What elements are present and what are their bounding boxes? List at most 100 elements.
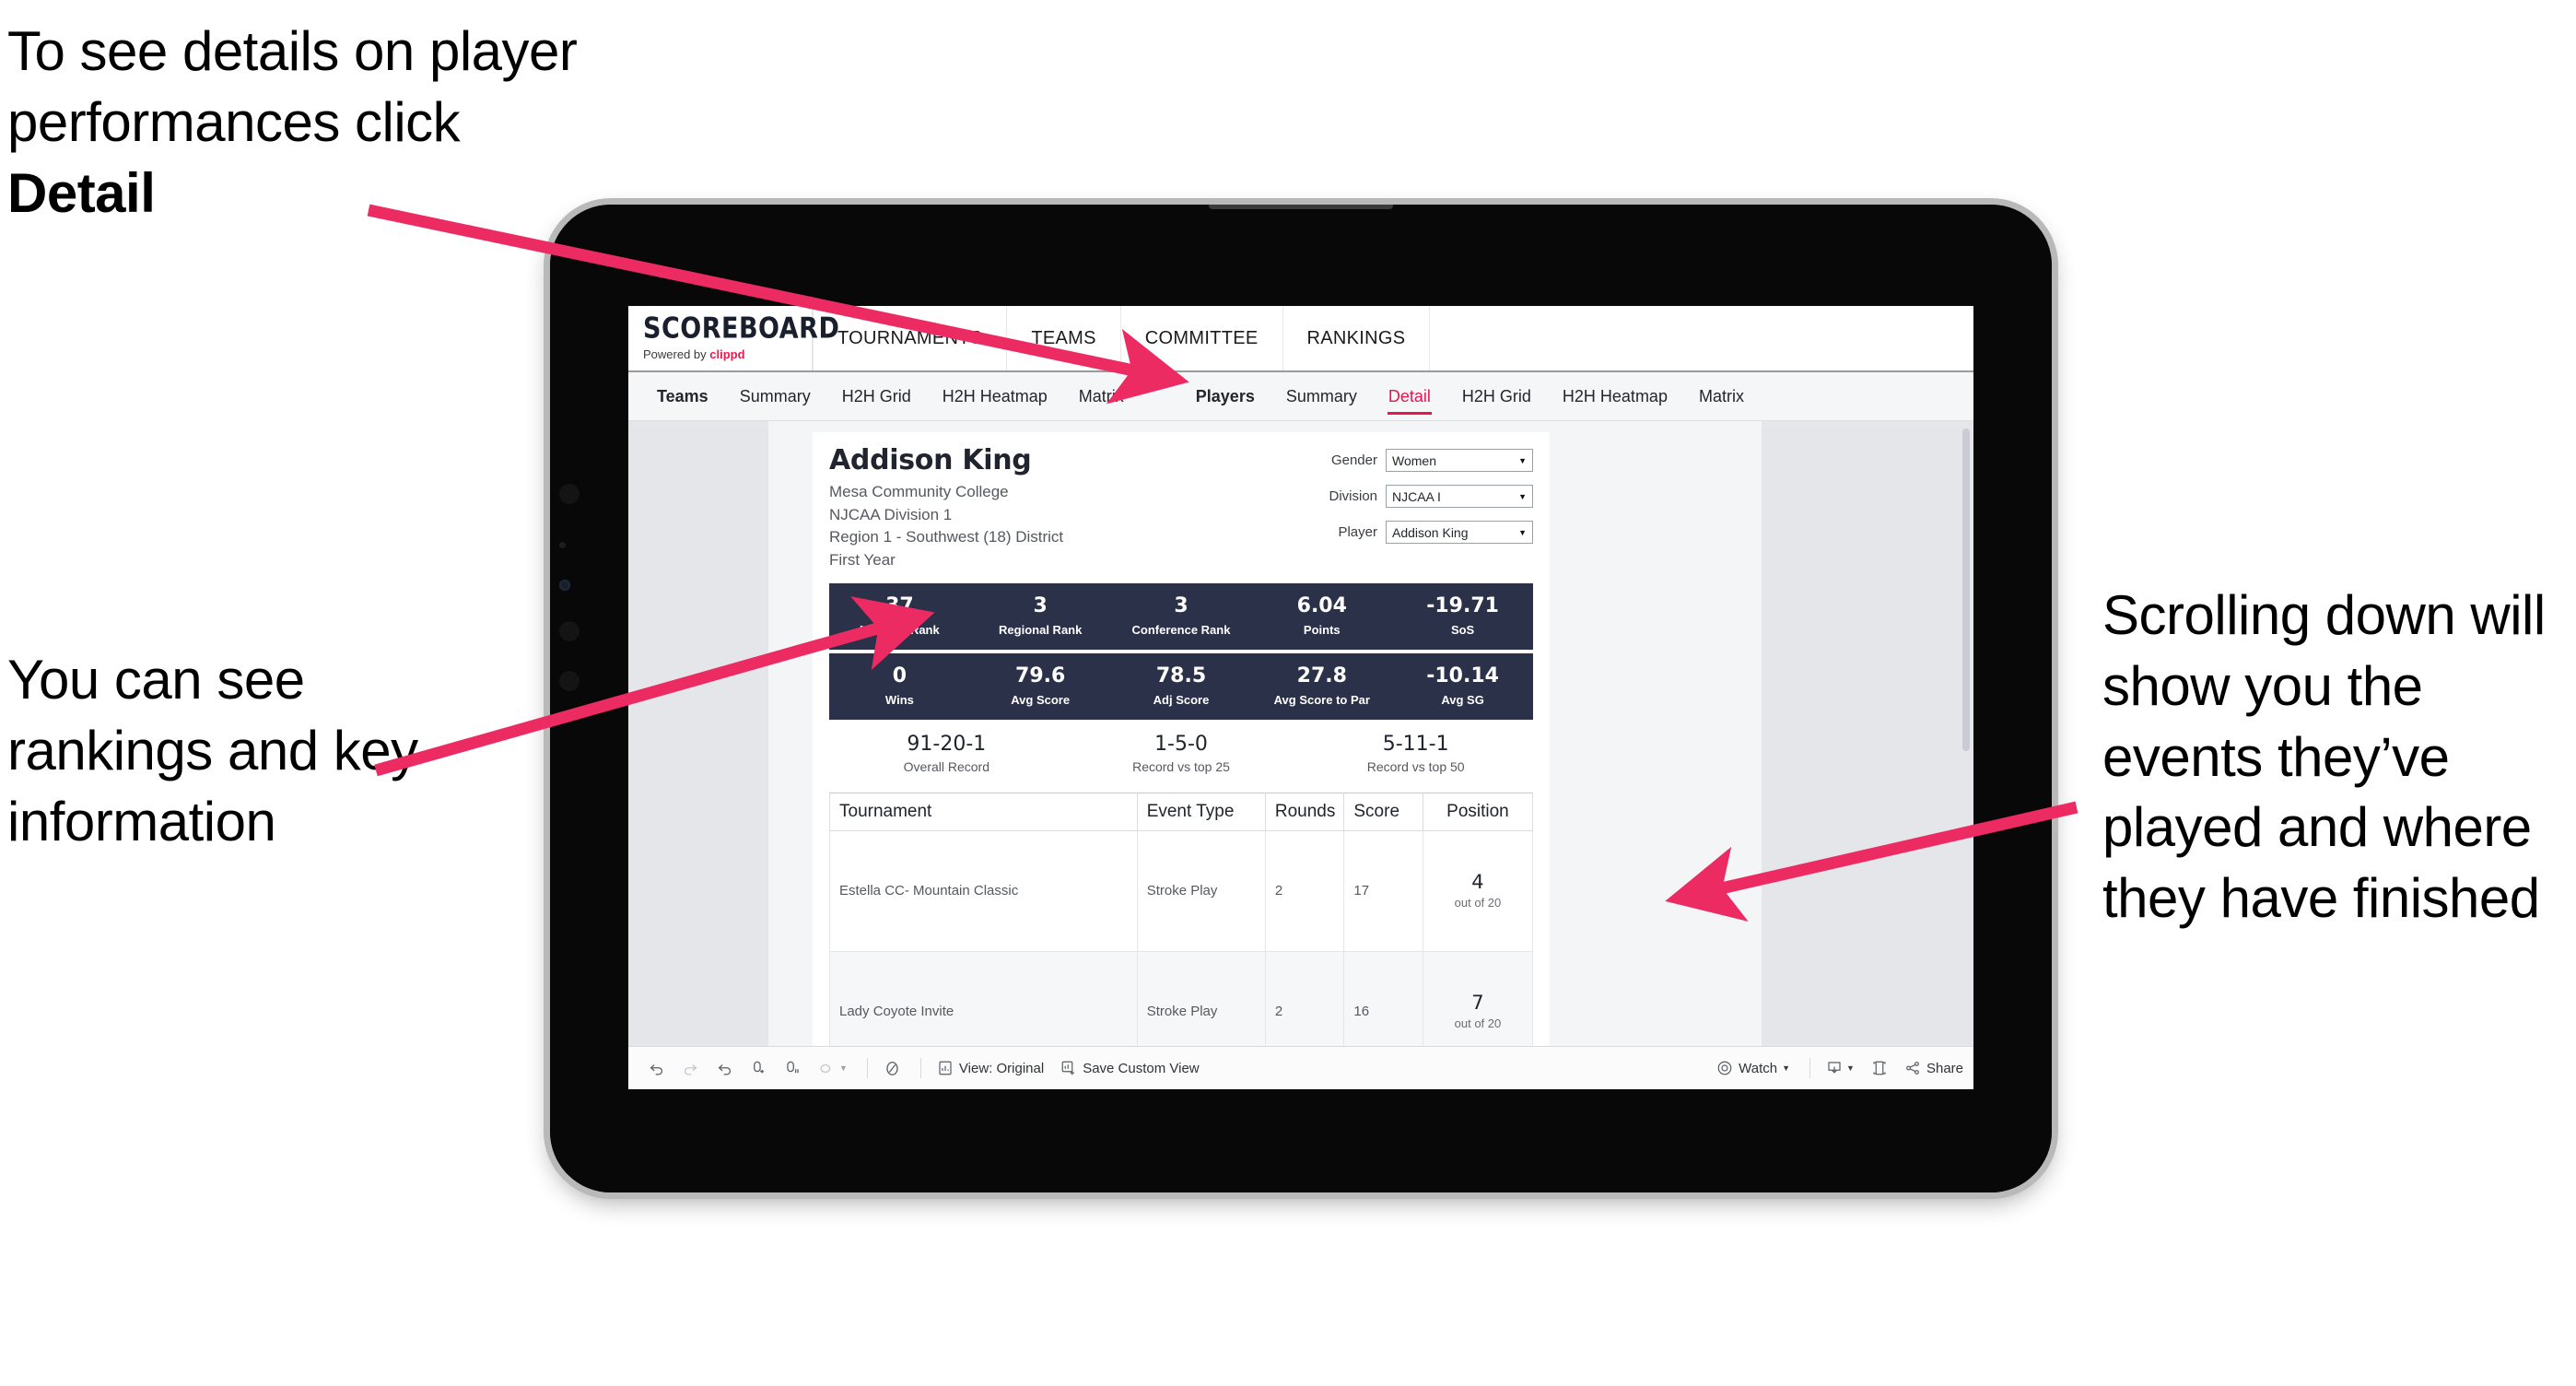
pause-icon <box>818 1060 836 1077</box>
gender-selector-row: Gender Women ▼ <box>1329 449 1533 472</box>
download-button[interactable]: ▼ <box>1820 1047 1861 1089</box>
top-nav-items: TOURNAMENTS TEAMS COMMITTEE RANKINGS <box>813 306 1431 370</box>
tablet-sensor-2 <box>559 542 566 548</box>
stat-value: -10.14 <box>1426 664 1499 687</box>
division-label: Division <box>1329 488 1377 504</box>
watch-label: Watch <box>1739 1060 1778 1076</box>
fullscreen-button[interactable] <box>1865 1047 1894 1089</box>
tab-teams-matrix[interactable]: Matrix <box>1063 372 1140 420</box>
column-header-score[interactable]: Score <box>1343 792 1423 831</box>
player-identity: Addison King Mesa Community College NJCA… <box>829 445 1063 572</box>
cell-score: 16 <box>1343 950 1423 1046</box>
tablet-sensor-1 <box>559 484 580 504</box>
stat-label: National Rank <box>860 622 940 637</box>
tablet-speaker <box>1209 205 1393 209</box>
save-custom-view-icon <box>1060 1060 1077 1076</box>
stat-value: 3 <box>1033 593 1048 617</box>
save-custom-view-button[interactable]: Save Custom View <box>1054 1047 1205 1089</box>
tab-group-players: Players Summary Detail H2H Grid H2H Heat… <box>1180 372 1760 420</box>
tab-players-summary[interactable]: Summary <box>1270 372 1373 420</box>
stat-label: Avg Score to Par <box>1273 692 1370 707</box>
tab-players-h2h-heatmap[interactable]: H2H Heatmap <box>1547 372 1683 420</box>
stats-row-rankings: 37 National Rank 3 Regional Rank 3 Confe… <box>829 582 1533 650</box>
player-selector-row: Player Addison King ▼ <box>1329 521 1533 544</box>
stat-label: SoS <box>1450 622 1475 637</box>
record-value: 91-20-1 <box>907 732 987 756</box>
alert-button[interactable] <box>877 1047 907 1089</box>
stat-value: 0 <box>892 664 907 687</box>
record-label: Overall Record <box>903 758 990 774</box>
tab-players-matrix[interactable]: Matrix <box>1683 372 1760 420</box>
table-row[interactable]: Estella CC- Mountain Classic Stroke Play… <box>829 829 1534 952</box>
player-name: Addison King <box>829 444 1032 476</box>
cell-tournament: Estella CC- Mountain Classic <box>829 829 1138 952</box>
column-header-tournament[interactable]: Tournament <box>829 792 1138 831</box>
column-header-event-type[interactable]: Event Type <box>1136 792 1266 831</box>
player-value: Addison King <box>1392 524 1469 540</box>
position-value: 4 <box>1471 871 1484 894</box>
stat-avg-score: 79.6 Avg Score <box>970 653 1111 720</box>
tablet-device: SCOREBOARD Powered by clippd TOURNAMENTS… <box>550 205 2052 1192</box>
share-icon <box>1904 1060 1921 1076</box>
tab-group-teams: Teams Summary H2H Grid H2H Heatmap Matri… <box>641 372 1140 420</box>
view-original-icon <box>937 1060 954 1076</box>
column-header-rounds[interactable]: Rounds <box>1264 792 1345 831</box>
record-label: Record vs top 50 <box>1366 758 1465 774</box>
share-label: Share <box>1926 1060 1963 1076</box>
table-row[interactable]: Lady Coyote Invite Stroke Play 2 16 7 ou… <box>829 950 1534 1046</box>
tab-players-h2h-grid[interactable]: H2H Grid <box>1446 372 1547 420</box>
revert-button[interactable] <box>709 1047 740 1089</box>
player-year: First Year <box>829 550 896 569</box>
nav-item-teams[interactable]: TEAMS <box>1007 306 1121 370</box>
gender-dropdown[interactable]: Women ▼ <box>1386 449 1533 472</box>
tab-teams-h2h-grid[interactable]: H2H Grid <box>826 372 927 420</box>
stat-conference-rank: 3 Conference Rank <box>1111 583 1252 650</box>
chevron-down-icon: ▼ <box>1782 1063 1791 1073</box>
pause-auto-update-button[interactable] <box>778 1047 808 1089</box>
tab-players[interactable]: Players <box>1180 372 1270 420</box>
tab-teams[interactable]: Teams <box>641 372 724 420</box>
stat-value: 27.8 <box>1296 664 1347 687</box>
app-content-area: Addison King Mesa Community College NJCA… <box>628 421 1973 1046</box>
gender-label: Gender <box>1330 452 1377 468</box>
stat-sos: -19.71 SoS <box>1392 583 1533 650</box>
pause-updates-button[interactable]: ▼ <box>812 1047 854 1089</box>
stat-regional-rank: 3 Regional Rank <box>970 583 1111 650</box>
chevron-down-icon: ▼ <box>1518 455 1527 465</box>
division-selector-row: Division NJCAA I ▼ <box>1329 485 1533 508</box>
cell-event-type: Stroke Play <box>1136 829 1266 952</box>
tab-teams-h2h-heatmap[interactable]: H2H Heatmap <box>927 372 1063 420</box>
chevron-down-icon: ▼ <box>839 1063 848 1073</box>
player-dropdown[interactable]: Addison King ▼ <box>1386 521 1533 544</box>
nav-item-committee[interactable]: COMMITTEE <box>1121 306 1283 370</box>
annotation-detail-text: To see details on player performances cl… <box>7 20 578 153</box>
annotation-detail-bold: Detail <box>7 161 156 224</box>
refresh-data-button[interactable] <box>744 1047 774 1089</box>
brand-powered-prefix: Powered by <box>643 346 710 361</box>
stat-label: Avg Score <box>1011 692 1071 707</box>
vertical-scrollbar[interactable] <box>1962 429 1970 751</box>
brand-logo[interactable]: SCOREBOARD Powered by clippd <box>628 306 839 370</box>
stat-adj-score: 78.5 Adj Score <box>1111 653 1252 720</box>
save-custom-view-label: Save Custom View <box>1083 1060 1200 1076</box>
nav-item-rankings[interactable]: RANKINGS <box>1283 306 1431 370</box>
tab-teams-summary[interactable]: Summary <box>724 372 826 420</box>
tablet-sensor-3 <box>559 621 580 641</box>
column-header-position[interactable]: Position <box>1422 792 1534 831</box>
stat-value: 6.04 <box>1296 593 1347 617</box>
watch-button[interactable]: Watch ▼ <box>1710 1047 1797 1089</box>
tablet-screen: SCOREBOARD Powered by clippd TOURNAMENTS… <box>628 306 1973 1089</box>
view-original-button[interactable]: View: Original <box>931 1047 1050 1089</box>
share-button[interactable]: Share <box>1898 1047 1970 1089</box>
stat-value: 79.6 <box>1015 664 1066 687</box>
stat-label: Wins <box>884 692 914 707</box>
tab-players-detail[interactable]: Detail <box>1373 372 1446 420</box>
nav-item-tournaments[interactable]: TOURNAMENTS <box>813 306 1008 370</box>
undo-button[interactable] <box>641 1047 672 1089</box>
division-dropdown[interactable]: NJCAA I ▼ <box>1386 485 1533 508</box>
position-subtext: out of 20 <box>1454 1016 1502 1031</box>
redo-button[interactable] <box>675 1047 706 1089</box>
position-value: 7 <box>1471 992 1484 1015</box>
record-value: 5-11-1 <box>1382 732 1449 756</box>
player-label: Player <box>1338 524 1377 540</box>
